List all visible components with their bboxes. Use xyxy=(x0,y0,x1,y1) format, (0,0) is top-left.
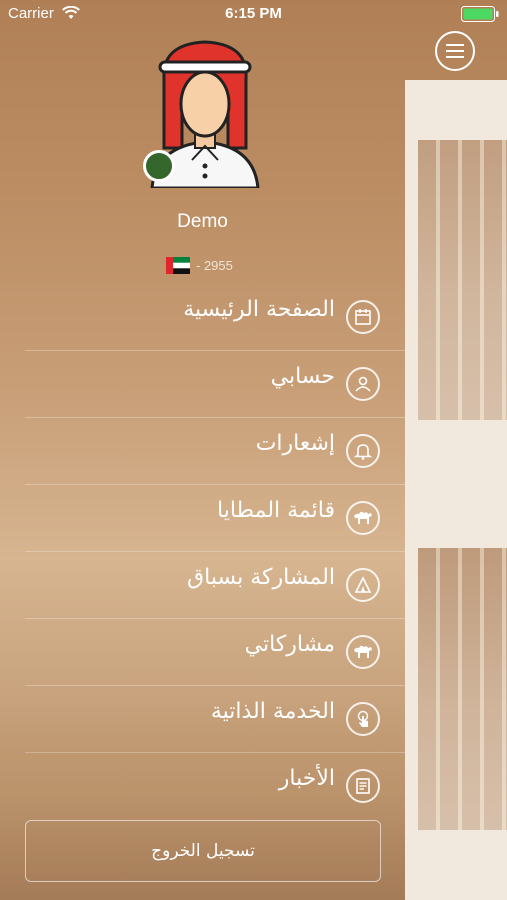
menu-item-label: الأخبار xyxy=(278,766,335,791)
menu-item-label: حسابي xyxy=(270,364,335,389)
menu-item-self-service[interactable]: الخدمة الذاتية xyxy=(25,686,405,753)
status-bar: Carrier 6:15 PM xyxy=(0,0,507,28)
menu-item-label: الصفحة الرئيسية xyxy=(183,297,335,322)
touch-icon xyxy=(346,702,380,736)
clock: 6:15 PM xyxy=(225,5,282,22)
uae-flag-icon xyxy=(166,256,190,274)
menu-item-label: الخدمة الذاتية xyxy=(210,699,335,724)
profile-name: Demo xyxy=(177,211,228,232)
hamburger-menu-button[interactable] xyxy=(435,31,475,71)
menu-item-my-account[interactable]: حسابي xyxy=(25,351,405,418)
menu-item-race-participation[interactable]: المشاركة بسباق xyxy=(25,552,405,619)
home-calendar-icon xyxy=(346,300,380,334)
menu-item-label: قائمة المطايا xyxy=(217,498,335,523)
camel-collage-image[interactable] xyxy=(418,548,507,830)
menu-item-notifications[interactable]: إشعارات xyxy=(25,418,405,485)
app-screen: Carrier 6:15 PM Demo - 2955 الصفحة الرئي… xyxy=(0,0,507,900)
camel-icon xyxy=(346,501,380,535)
menu-item-my-participations[interactable]: مشاركاتي xyxy=(25,619,405,686)
menu-item-label: المشاركة بسباق xyxy=(187,565,335,590)
profile-id: - 2955 xyxy=(196,257,233,273)
menu-item-home[interactable]: الصفحة الرئيسية xyxy=(25,284,405,351)
battery-icon xyxy=(461,6,499,22)
profile-id-row: - 2955 xyxy=(166,256,233,274)
side-menu: الصفحة الرئيسية حسابي إشعارات قائمة المط… xyxy=(25,284,405,819)
menu-item-label: إشعارات xyxy=(255,431,335,456)
camel-icon xyxy=(346,635,380,669)
logout-button[interactable]: تسجيل الخروج xyxy=(25,820,381,882)
online-status-badge xyxy=(143,150,175,182)
camel-collage-image[interactable] xyxy=(418,140,507,420)
newspaper-icon xyxy=(346,769,380,803)
menu-item-camel-list[interactable]: قائمة المطايا xyxy=(25,485,405,552)
bell-icon xyxy=(346,434,380,468)
user-icon xyxy=(346,367,380,401)
tent-icon xyxy=(346,568,380,602)
menu-item-news[interactable]: الأخبار xyxy=(25,753,405,819)
menu-item-label: مشاركاتي xyxy=(244,632,335,657)
